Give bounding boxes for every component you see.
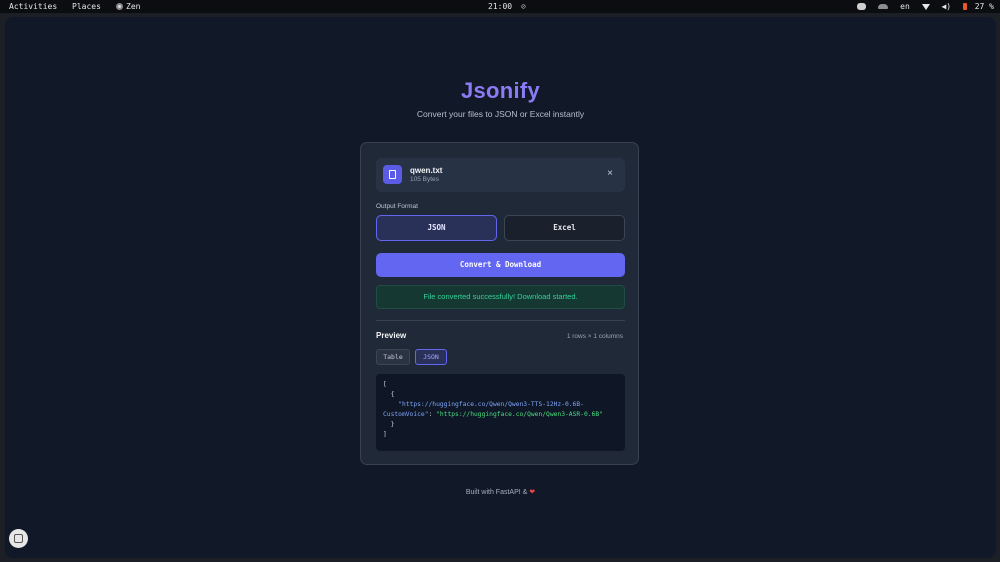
footer-text: Built with FastAPI & [465, 489, 530, 496]
close-icon[interactable]: × [604, 168, 616, 180]
battery-icon[interactable] [962, 3, 967, 10]
file-size: 105 Bytes [410, 176, 439, 183]
cloud-icon[interactable] [878, 4, 889, 9]
discord-icon[interactable] [857, 3, 867, 10]
code-line: [ [383, 381, 387, 388]
code-line: ] [383, 431, 387, 438]
battery-percent: 27 % [974, 2, 994, 11]
page-subtitle: Convert your files to JSON or Excel inst… [416, 109, 585, 119]
code-line: } [383, 421, 395, 428]
convert-download-button[interactable]: Convert & Download [376, 253, 625, 277]
clock[interactable]: 21:00 [488, 2, 512, 11]
extension-icon[interactable] [9, 529, 28, 548]
json-value: "https://huggingface.co/Qwen/Qwen3-ASR-0… [436, 411, 603, 418]
system-top-bar: Activities Places Zen 21:00 ⊘ en ◀) 27 % [0, 0, 1000, 13]
browser-page: Jsonify Convert your files to JSON or Ex… [5, 17, 996, 558]
tab-table[interactable]: Table [376, 349, 410, 365]
tab-json[interactable]: JSON [415, 349, 447, 365]
json-preview[interactable]: [ { "https://huggingface.co/Qwen/Qwen3-T… [376, 374, 625, 451]
app-menu[interactable]: Zen [116, 2, 140, 11]
activities-button[interactable]: Activities [9, 2, 57, 11]
format-excel-button[interactable]: Excel [504, 215, 625, 241]
success-message: File converted successfully! Download st… [376, 285, 625, 309]
heart-icon: ❤ [529, 489, 536, 496]
system-tray[interactable]: en ◀) 27 % [850, 2, 994, 11]
selected-file: qwen.txt 105 Bytes × [376, 158, 625, 192]
file-name: qwen.txt [410, 166, 443, 175]
zen-icon [116, 3, 123, 10]
notifications-muted-icon: ⊘ [521, 2, 526, 11]
wifi-icon[interactable] [921, 3, 930, 10]
language-indicator[interactable]: en [900, 2, 910, 11]
volume-icon[interactable]: ◀) [941, 2, 951, 11]
preview-title: Preview [376, 331, 407, 340]
divider [376, 320, 625, 321]
output-format-label: Output Format [376, 203, 418, 210]
preview-dimensions: 1 rows × 1 columns [566, 333, 623, 340]
footer: Built with FastAPI & ❤ [5, 488, 996, 496]
converter-card: qwen.txt 105 Bytes × Output Format JSON … [360, 142, 639, 465]
file-icon [383, 165, 402, 184]
code-line: { [383, 391, 395, 398]
places-menu[interactable]: Places [72, 2, 101, 11]
app-menu-label: Zen [126, 2, 141, 11]
format-json-button[interactable]: JSON [376, 215, 497, 241]
page-title: Jsonify [460, 78, 541, 103]
